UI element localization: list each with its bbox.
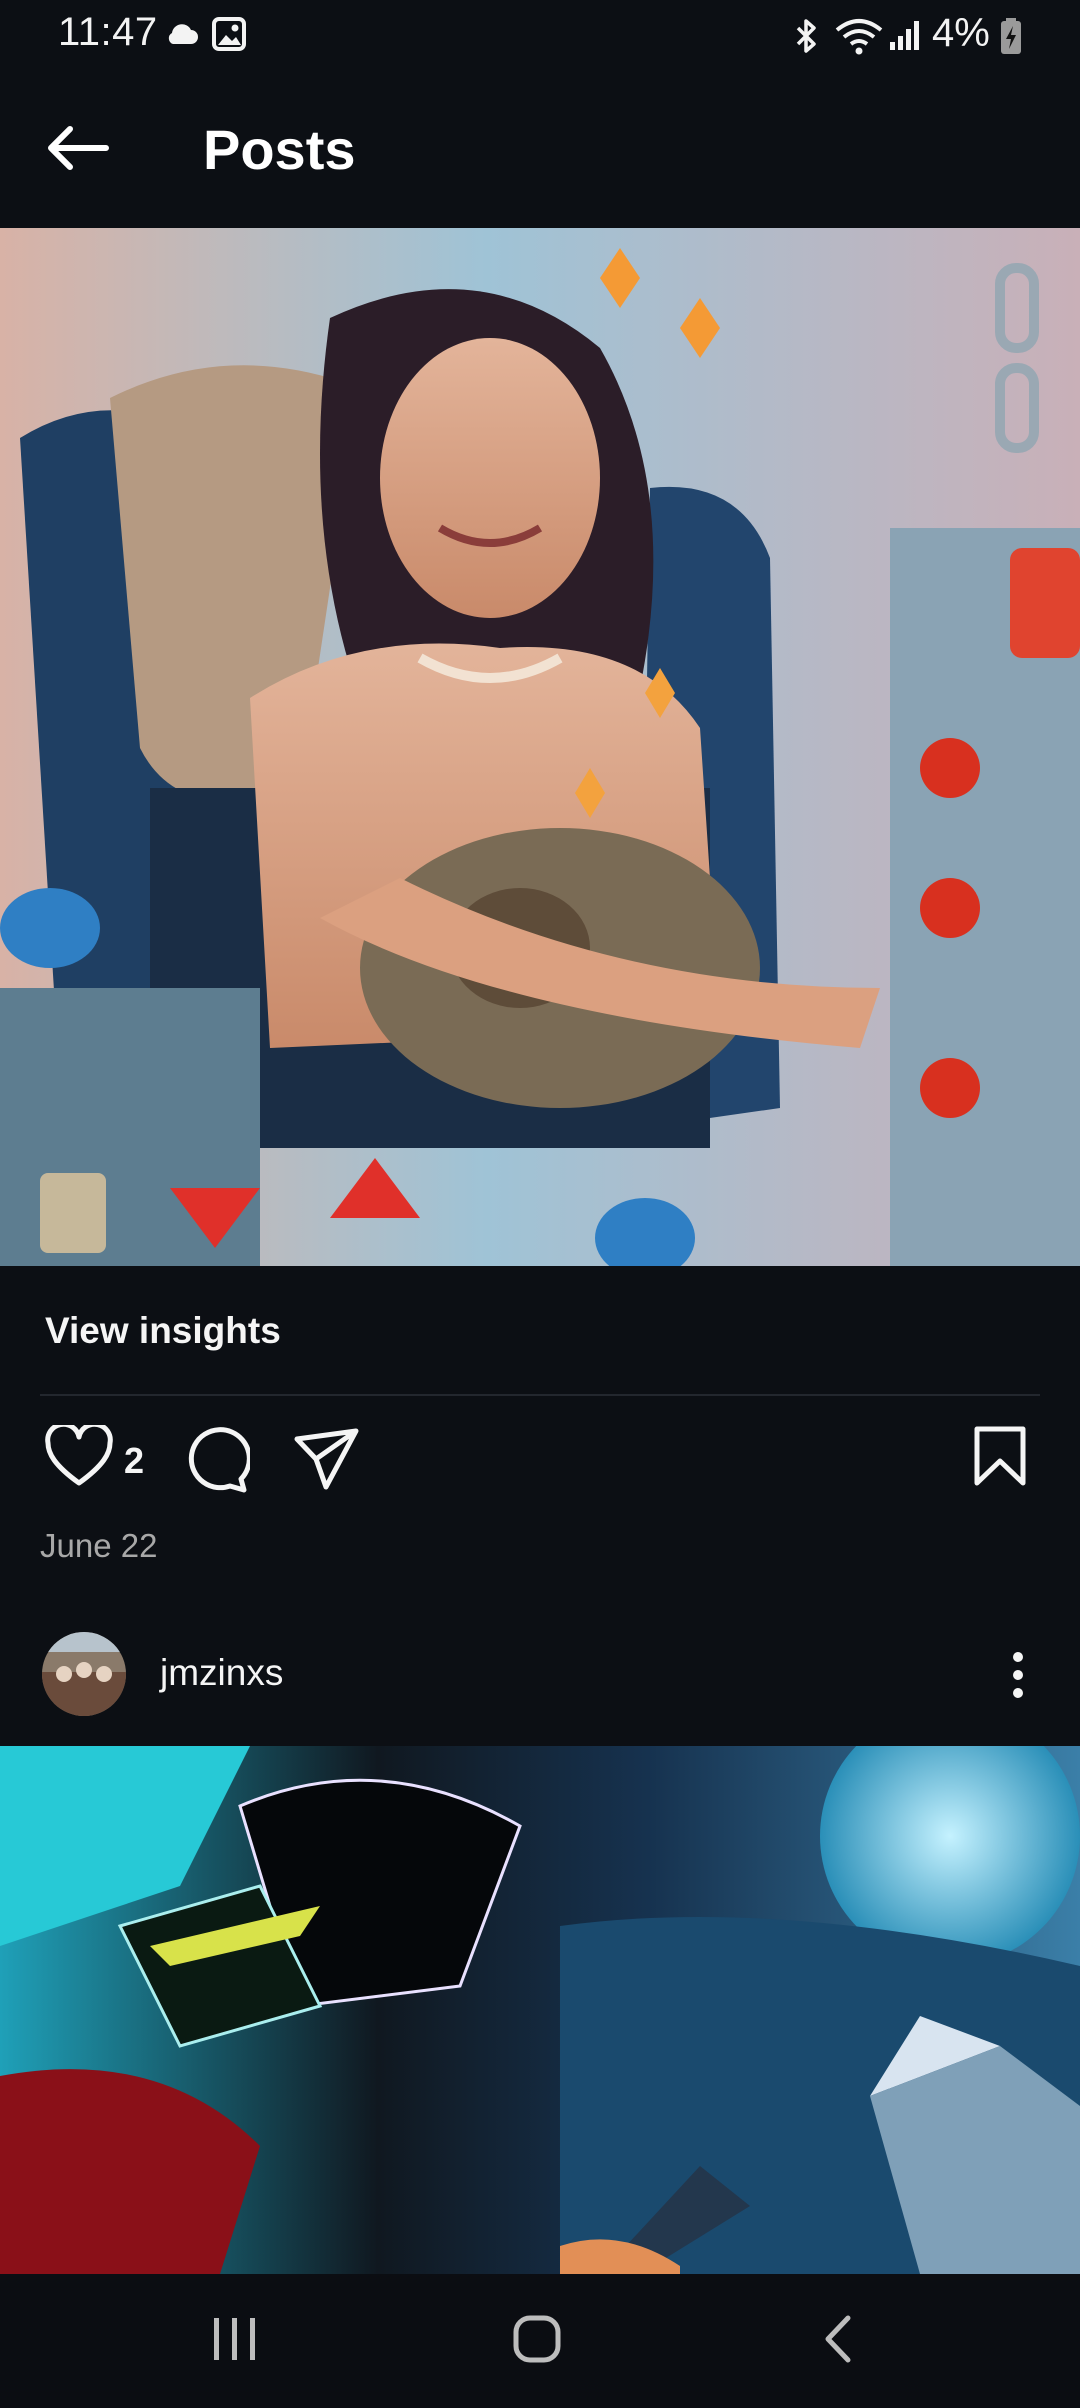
wifi-icon <box>835 19 883 55</box>
image-icon <box>212 17 246 51</box>
post-artwork <box>0 1746 1080 2274</box>
status-bar: 11:47 4% <box>0 0 1080 70</box>
battery-charging-icon <box>1001 18 1021 54</box>
more-vertical-icon[interactable] <box>1008 1650 1028 1700</box>
system-nav-bar <box>0 2274 1080 2408</box>
status-time: 11:47 <box>58 10 158 54</box>
bookmark-icon[interactable] <box>972 1425 1028 1487</box>
signal-icon <box>890 21 919 50</box>
post-date: June 22 <box>40 1527 158 1564</box>
post-image[interactable] <box>0 1746 1080 2274</box>
back-icon[interactable] <box>820 2314 856 2364</box>
avatar-photo <box>42 1632 126 1716</box>
divider <box>40 1394 1040 1396</box>
top-app-bar <box>0 70 1080 228</box>
bluetooth-icon <box>796 19 816 53</box>
comment-icon[interactable] <box>180 1425 250 1493</box>
battery-percent: 4% <box>932 11 990 55</box>
avatar[interactable] <box>42 1632 126 1716</box>
post-image[interactable] <box>0 228 1080 1266</box>
cloud-icon <box>168 24 198 44</box>
page-title: Posts <box>203 118 356 181</box>
view-insights-link[interactable]: View insights <box>45 1310 281 1352</box>
recents-icon[interactable] <box>210 2316 260 2362</box>
heart-icon[interactable] <box>44 1425 114 1489</box>
username[interactable]: jmzinxs <box>160 1652 283 1694</box>
post-artwork <box>0 228 1080 1266</box>
like-count[interactable]: 2 <box>124 1440 144 1482</box>
share-icon[interactable] <box>292 1425 362 1493</box>
home-icon[interactable] <box>512 2314 562 2364</box>
arrow-left-icon[interactable] <box>46 125 110 171</box>
